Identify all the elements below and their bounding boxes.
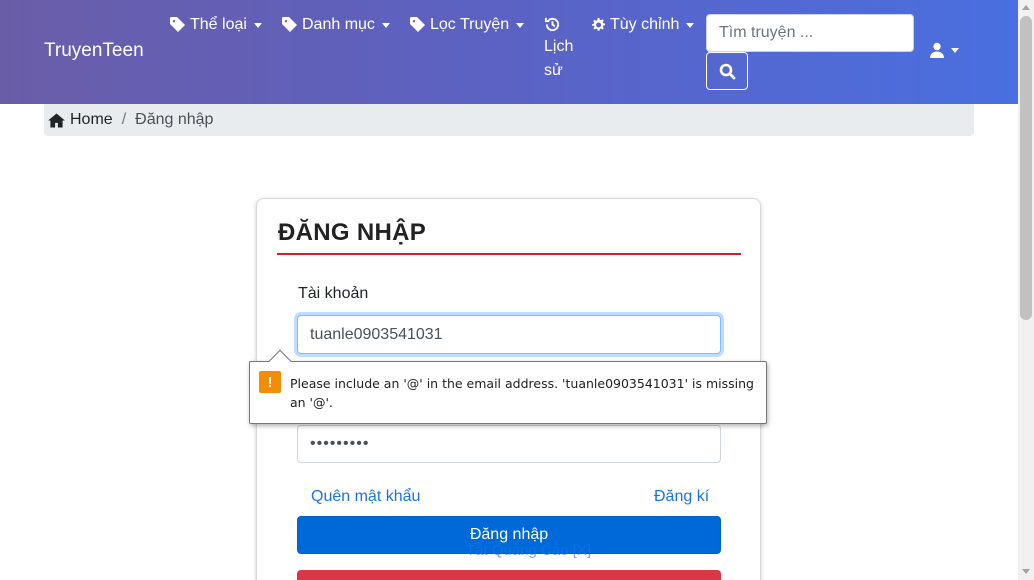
validation-message: Please include an '@' in the email addre… <box>290 376 754 410</box>
tag-icon <box>410 17 425 32</box>
scroll-up-arrow-icon[interactable] <box>1022 5 1030 10</box>
title-divider <box>277 253 741 255</box>
tag-icon <box>170 17 185 32</box>
nav-label: Lịch <box>544 38 574 55</box>
history-icon <box>544 17 560 32</box>
nav-label: Tùy chỉnh <box>610 16 680 33</box>
home-icon <box>48 112 65 128</box>
username-input[interactable] <box>297 315 721 354</box>
login-title: ĐĂNG NHẬP <box>278 219 427 246</box>
breadcrumb-current: Đăng nhập <box>135 111 214 128</box>
search-icon <box>719 63 735 79</box>
nav-tuy-chinh[interactable]: Tùy chỉnh <box>590 16 695 34</box>
username-label: Tài khoản <box>298 285 369 302</box>
top-navbar: TruyenTeen Thể loại Danh mục Lọc Truyện … <box>0 0 1018 104</box>
caret-down-icon <box>253 22 262 28</box>
brand-logo[interactable]: TruyenTeen <box>44 40 144 62</box>
caret-down-icon <box>516 22 525 28</box>
user-menu[interactable] <box>929 42 959 58</box>
nav-label: sử <box>544 62 563 79</box>
forgot-password-link[interactable]: Quên mật khẩu <box>311 488 420 506</box>
breadcrumb-home-link[interactable]: Home <box>70 111 113 129</box>
nav-label: Danh mục <box>302 16 375 33</box>
hide-ads-link[interactable]: Tắt Quảng Cáo [X] <box>466 542 591 559</box>
password-input[interactable] <box>297 425 721 463</box>
caret-down-icon <box>381 22 390 28</box>
nav-label: Thể loại <box>190 16 247 33</box>
scroll-thumb[interactable] <box>1020 16 1032 320</box>
nav-lich-su[interactable]: Lịch sử <box>544 16 573 83</box>
page-scrollbar[interactable] <box>1018 0 1034 580</box>
nav-danh-muc[interactable]: Danh mục <box>282 16 390 34</box>
breadcrumb: Home / Đăng nhập <box>44 104 974 136</box>
nav-loc-truyen[interactable]: Lọc Truyện <box>410 16 525 34</box>
secondary-login-button[interactable] <box>297 570 721 580</box>
user-icon <box>930 42 944 58</box>
caret-down-icon <box>951 47 959 53</box>
search-input[interactable] <box>706 14 914 52</box>
nav-the-loai[interactable]: Thể loại <box>170 16 262 34</box>
breadcrumb-separator: / <box>121 111 127 128</box>
caret-down-icon <box>686 22 695 28</box>
nav-label: Lọc Truyện <box>430 16 510 33</box>
warning-icon: ! <box>259 371 281 393</box>
register-link[interactable]: Đăng kí <box>654 488 709 506</box>
validation-tooltip: ! Please include an '@' in the email add… <box>249 349 767 424</box>
tag-icon <box>282 17 297 32</box>
gear-icon <box>592 18 605 31</box>
search-button[interactable] <box>706 52 748 90</box>
scroll-down-arrow-icon[interactable] <box>1022 569 1030 574</box>
